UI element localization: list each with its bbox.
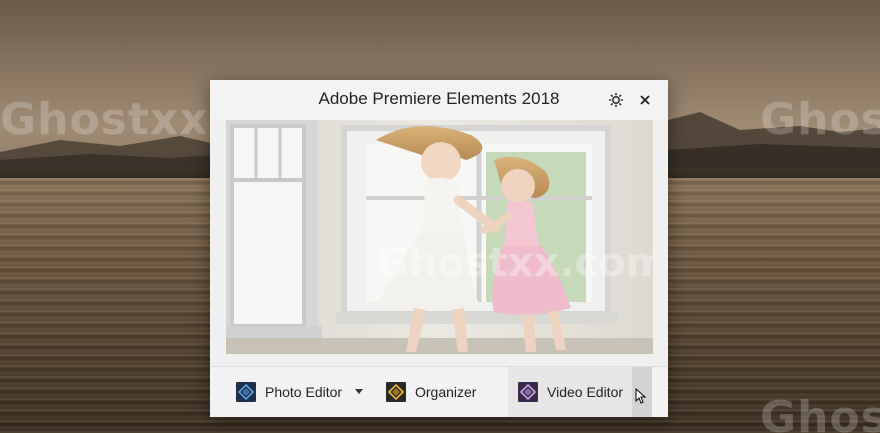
caret-down-icon	[355, 389, 363, 394]
hero-image: Ghostxx.com	[226, 120, 653, 354]
premiere-elements-launcher: Adobe Premiere Elements 2018 Ghostxx.com…	[210, 80, 668, 417]
photo-editor-label: Photo Editor	[265, 384, 343, 400]
watermark-right-bottom: Ghos	[760, 392, 880, 433]
organizer-label: Organizer	[415, 384, 477, 400]
watermark-center: Ghostxx.com	[376, 240, 653, 286]
photo-editor-dropdown[interactable]	[350, 367, 368, 417]
title-bar: Adobe Premiere Elements 2018	[210, 80, 668, 120]
gear-icon	[609, 93, 623, 107]
photo-editor-button[interactable]: Photo Editor	[236, 367, 346, 417]
window-title: Adobe Premiere Elements 2018	[318, 89, 560, 108]
mouse-cursor-icon	[635, 388, 647, 404]
app-switcher-bar: Photo Editor Organizer Video Editor	[210, 366, 668, 417]
video-editor-icon	[518, 382, 538, 402]
settings-button[interactable]	[606, 90, 626, 110]
video-editor-button[interactable]: Video Editor	[508, 367, 643, 417]
close-button[interactable]	[635, 90, 655, 110]
watermark-right-top: Ghos	[760, 94, 880, 145]
video-editor-label: Video Editor	[547, 384, 624, 400]
video-editor-dropdown[interactable]	[632, 367, 652, 417]
organizer-button[interactable]: Organizer	[386, 367, 506, 417]
two-girls-dancing-photo: Ghostxx.com	[226, 120, 653, 354]
photo-editor-icon	[236, 382, 256, 402]
organizer-icon	[386, 382, 406, 402]
close-icon	[640, 95, 650, 105]
